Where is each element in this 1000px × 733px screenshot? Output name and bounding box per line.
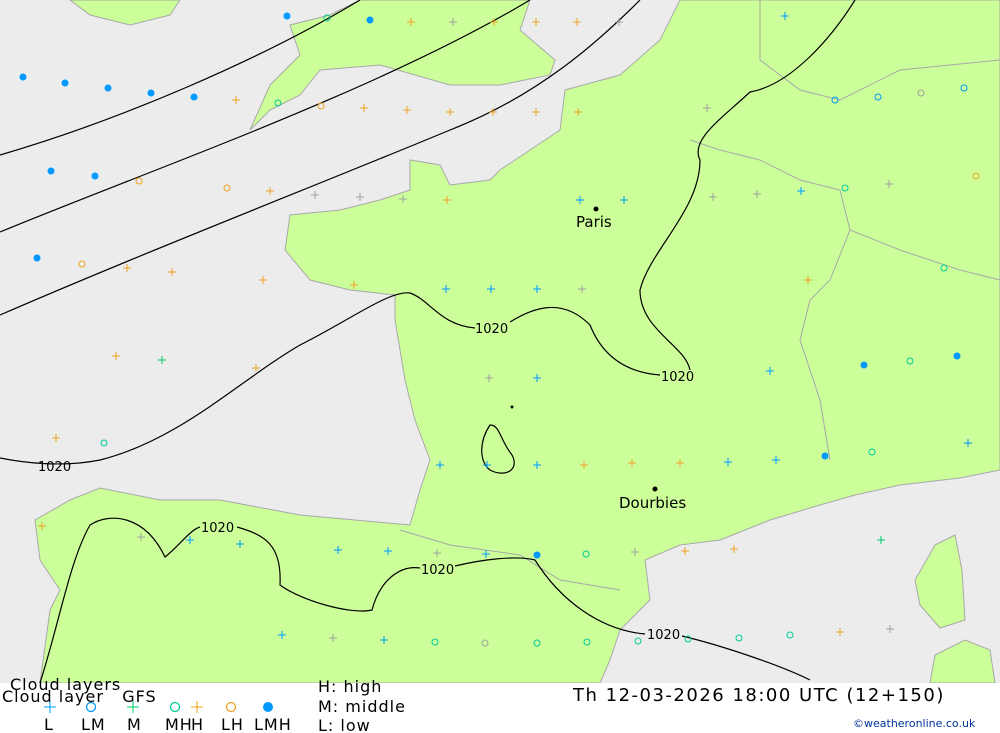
legend-symbol-lm-icon [85, 701, 97, 713]
cloud-marker-lmh [61, 79, 69, 87]
cloud-marker-lmh [33, 254, 41, 262]
cloud-marker-lmh [366, 16, 374, 24]
city-dot-dourbies [652, 486, 658, 492]
legend-label-m: M [127, 715, 142, 733]
key-high: H: high [318, 677, 383, 696]
cloud-marker-lmh [104, 84, 112, 92]
legend-label-lh: LH [221, 715, 244, 733]
city-label-dourbies: Dourbies [619, 494, 686, 512]
cloud-marker-lmh [190, 93, 198, 101]
legend-label-h: H [191, 715, 205, 733]
cloud-marker-lmh [91, 172, 99, 180]
legend-symbol-h-icon [191, 701, 203, 713]
legend-symbol-lmh-icon [263, 702, 273, 712]
legend-symbol-lh-icon [225, 701, 237, 713]
isobar-label: 1020 [475, 322, 508, 337]
isobar-label: 1020 [647, 628, 680, 643]
cloud-marker-lmh [860, 361, 868, 369]
cloud-layers-map-view: 1020 1020 1020 1020 1020 1020 Paris Dour… [0, 0, 1000, 733]
key-low: L: low [318, 716, 371, 733]
legend-label-lmh: LMH [254, 715, 292, 733]
weather-map[interactable]: 1020 1020 1020 1020 1020 1020 Paris Dour… [0, 0, 1000, 683]
city-label-paris: Paris [576, 213, 612, 231]
cloud-marker-lmh [47, 167, 55, 175]
isobar-label: 1020 [201, 521, 234, 536]
isobar-label: 1020 [38, 460, 71, 475]
legend-symbol-l-icon [44, 701, 56, 713]
location-dot [510, 405, 514, 409]
cloud-marker-lmh [19, 73, 27, 81]
cloud-marker-lmh [821, 452, 829, 460]
legend-label-lm: LM [81, 715, 106, 733]
cloud-marker-lmh [283, 12, 291, 20]
isobar-label: 1020 [421, 563, 454, 578]
cloud-marker-lmh [953, 352, 961, 360]
cloud-marker-lmh [147, 89, 155, 97]
legend-label-l: L [44, 715, 54, 733]
legend-symbol-m-icon [127, 701, 139, 713]
key-middle: M: middle [318, 697, 406, 716]
legend-label-mh: MH [165, 715, 193, 733]
forecast-datetime: Th 12-03-2026 18:00 UTC (12+150) [573, 685, 945, 706]
cloud-marker-lmh [533, 551, 541, 559]
legend-symbol-mh-icon [169, 701, 181, 713]
credit-link[interactable]: ©weatheronline.co.uk [853, 717, 975, 730]
isobar-label: 1020 [661, 370, 694, 385]
city-dot-paris [593, 206, 599, 212]
